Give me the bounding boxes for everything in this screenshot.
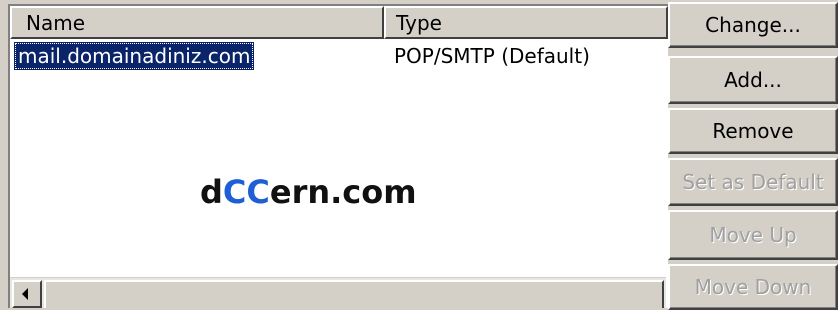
move-down-button[interactable]: Move Down [668, 264, 838, 310]
add-button[interactable]: Add... [668, 56, 838, 104]
account-type-cell: POP/SMTP (Default) [394, 44, 590, 68]
watermark-text-2: CC [222, 173, 270, 211]
account-name-cell[interactable]: mail.domainadiniz.com [14, 42, 255, 70]
watermark-logo: dCCern.com [200, 174, 417, 210]
list-item[interactable]: mail.domainadiniz.com POP/SMTP (Default) [10, 40, 666, 72]
remove-button[interactable]: Remove [668, 108, 838, 154]
horizontal-scrollbar[interactable] [10, 277, 666, 308]
set-as-default-button[interactable]: Set as Default [668, 158, 838, 206]
arrow-left-icon [22, 288, 28, 300]
column-header-name[interactable]: Name [10, 6, 384, 39]
move-up-button[interactable]: Move Up [668, 210, 838, 260]
change-button[interactable]: Change... [668, 2, 838, 48]
scroll-left-button[interactable] [12, 280, 42, 308]
scroll-thumb[interactable] [44, 280, 664, 308]
watermark-text-1: d [200, 173, 223, 211]
column-header-type[interactable]: Type [384, 6, 668, 39]
watermark-text-3: ern.com [269, 173, 417, 211]
accounts-list[interactable]: Name Type mail.domainadiniz.com POP/SMTP… [8, 4, 668, 308]
